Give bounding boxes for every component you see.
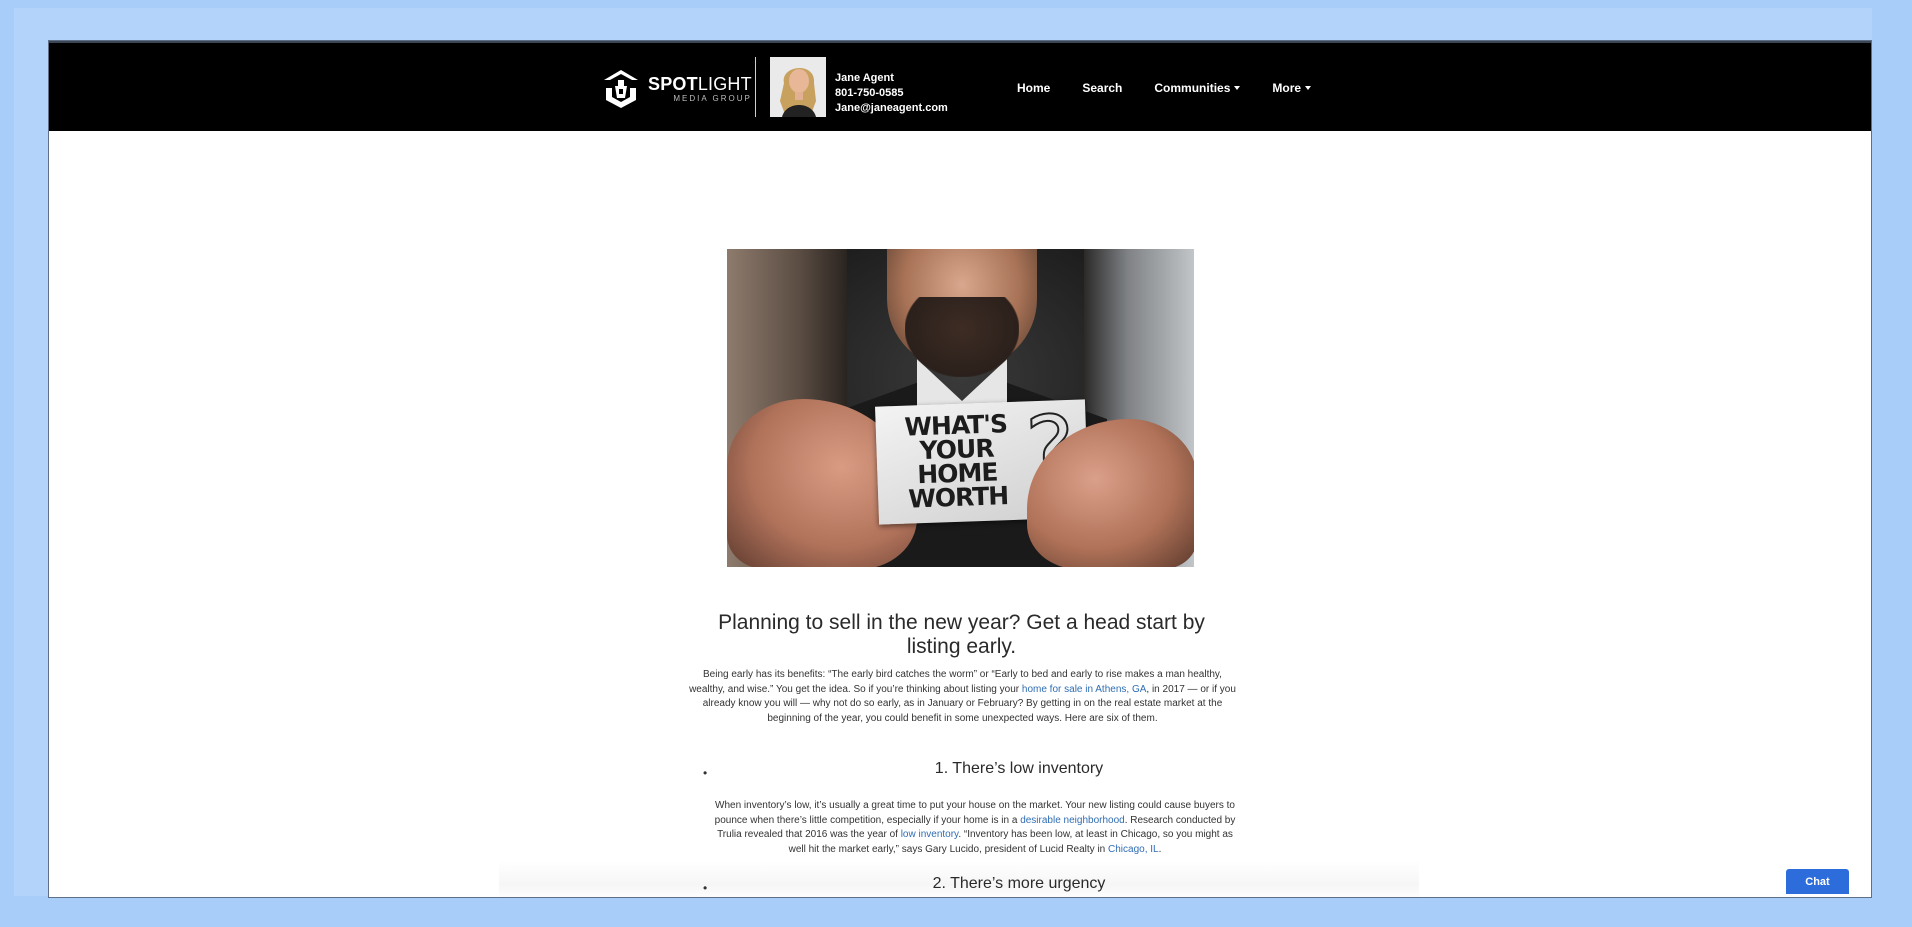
- main-nav: Home Search Communities More: [1017, 81, 1343, 95]
- hero-image: WHAT'S YOUR HOME WORTH ?: [727, 249, 1194, 567]
- site-header: SPOTLIGHT MEDIA GROUP Jane Agent 801-750…: [49, 41, 1871, 131]
- chat-button[interactable]: Chat: [1786, 869, 1849, 894]
- article-headline: Planning to sell in the new year? Get a …: [718, 611, 1205, 658]
- section-heading-2: 2. There’s more urgency: [932, 875, 1106, 892]
- nav-search[interactable]: Search: [1082, 81, 1122, 95]
- bullet-icon: •: [703, 766, 708, 780]
- section-heading-1: 1. There’s low inventory: [934, 760, 1104, 777]
- caret-down-icon: [1305, 86, 1312, 90]
- bullet-icon: •: [703, 881, 708, 895]
- brand-tagline: MEDIA GROUP: [673, 94, 752, 103]
- nav-home[interactable]: Home: [1017, 81, 1050, 95]
- agent-contact: Jane Agent 801-750-0585 Jane@janeagent.c…: [835, 71, 948, 116]
- agent-name[interactable]: Jane Agent: [835, 71, 948, 86]
- nav-more[interactable]: More: [1272, 81, 1312, 95]
- caret-down-icon: [1234, 86, 1241, 90]
- agent-phone[interactable]: 801-750-0585: [835, 86, 948, 101]
- agent-email[interactable]: Jane@janeagent.com: [835, 101, 948, 116]
- spotlight-logo-icon: [604, 70, 638, 108]
- link-chicago[interactable]: Chicago, IL: [1108, 844, 1159, 855]
- section-paragraph-1: When inventory’s low, it’s usually a gre…: [714, 800, 1236, 855]
- browser-page: SPOTLIGHT MEDIA GROUP Jane Agent 801-750…: [48, 40, 1872, 898]
- brand-logo[interactable]: SPOTLIGHT MEDIA GROUP: [602, 67, 752, 111]
- link-home-for-sale[interactable]: home for sale in Athens, GA: [1022, 684, 1147, 695]
- header-divider: [755, 57, 756, 117]
- article-intro: Being early has its benefits: “The early…: [689, 669, 1236, 724]
- link-desirable-neighborhood[interactable]: desirable neighborhood: [1020, 815, 1125, 826]
- agent-photo: [770, 57, 826, 117]
- brand-name: SPOTLIGHT: [648, 74, 752, 94]
- nav-communities[interactable]: Communities: [1154, 81, 1241, 95]
- link-low-inventory[interactable]: low inventory: [901, 829, 959, 840]
